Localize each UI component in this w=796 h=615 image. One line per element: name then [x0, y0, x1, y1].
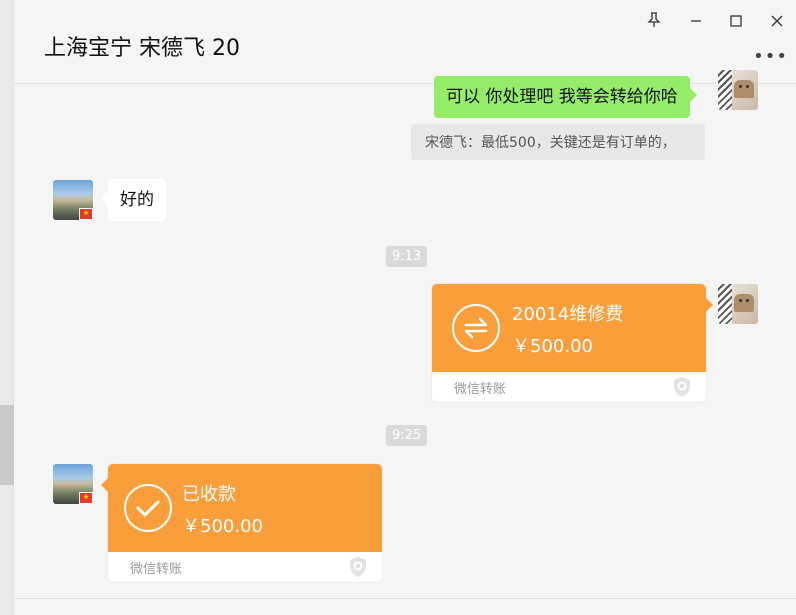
- transfer-icon: [452, 304, 500, 352]
- minimize-icon[interactable]: [683, 10, 709, 36]
- shield-icon: [672, 376, 692, 398]
- chat-title: 上海宝宁 宋德飞 20: [44, 36, 240, 61]
- shield-icon: [348, 556, 368, 578]
- contact-avatar[interactable]: ★: [53, 180, 93, 220]
- china-flag-icon: ★: [79, 492, 93, 504]
- transfer-title: 20014维修费: [512, 304, 624, 325]
- sent-message-text: 可以 你处理吧 我等会转给你哈: [446, 87, 678, 107]
- contact-avatar[interactable]: ★: [53, 464, 93, 504]
- transfer-title: 已收款: [182, 484, 236, 505]
- side-scroll-strip: [0, 0, 14, 615]
- timestamp: 9:25: [386, 425, 428, 446]
- china-flag-icon: ★: [79, 208, 93, 220]
- check-icon: [124, 484, 172, 532]
- chat-area: 可以 你处理吧 我等会转给你哈 宋德飞：最低500，关键还是有订单的， ★ 好的…: [14, 70, 796, 599]
- my-avatar[interactable]: [718, 284, 758, 324]
- transfer-amount: ￥500.00: [182, 516, 263, 537]
- pin-icon[interactable]: [641, 10, 667, 36]
- quote-text: 宋德飞：最低500，关键还是有订单的，: [425, 135, 676, 151]
- timestamp: 9:13: [386, 246, 428, 267]
- close-icon[interactable]: [764, 10, 790, 36]
- input-divider: [14, 598, 796, 599]
- maximize-icon[interactable]: [723, 10, 749, 36]
- transfer-label: 微信转账: [454, 382, 507, 397]
- transfer-card-received[interactable]: 已收款 ￥500.00 微信转账: [101, 464, 382, 582]
- more-icon[interactable]: •••: [753, 46, 788, 67]
- chat-header: 上海宝宁 宋德飞 20 •••: [14, 0, 796, 84]
- received-message[interactable]: 好的: [101, 179, 166, 221]
- scrollbar-thumb[interactable]: [0, 405, 14, 485]
- sent-message[interactable]: 可以 你处理吧 我等会转给你哈: [434, 76, 697, 118]
- transfer-amount: ￥500.00: [512, 336, 593, 357]
- transfer-card-sent[interactable]: 20014维修费 ￥500.00 微信转账: [432, 284, 713, 402]
- transfer-label: 微信转账: [130, 562, 183, 577]
- received-message-text: 好的: [120, 190, 154, 210]
- my-avatar[interactable]: [718, 70, 758, 110]
- quote-message[interactable]: 宋德飞：最低500，关键还是有订单的，: [411, 124, 705, 160]
